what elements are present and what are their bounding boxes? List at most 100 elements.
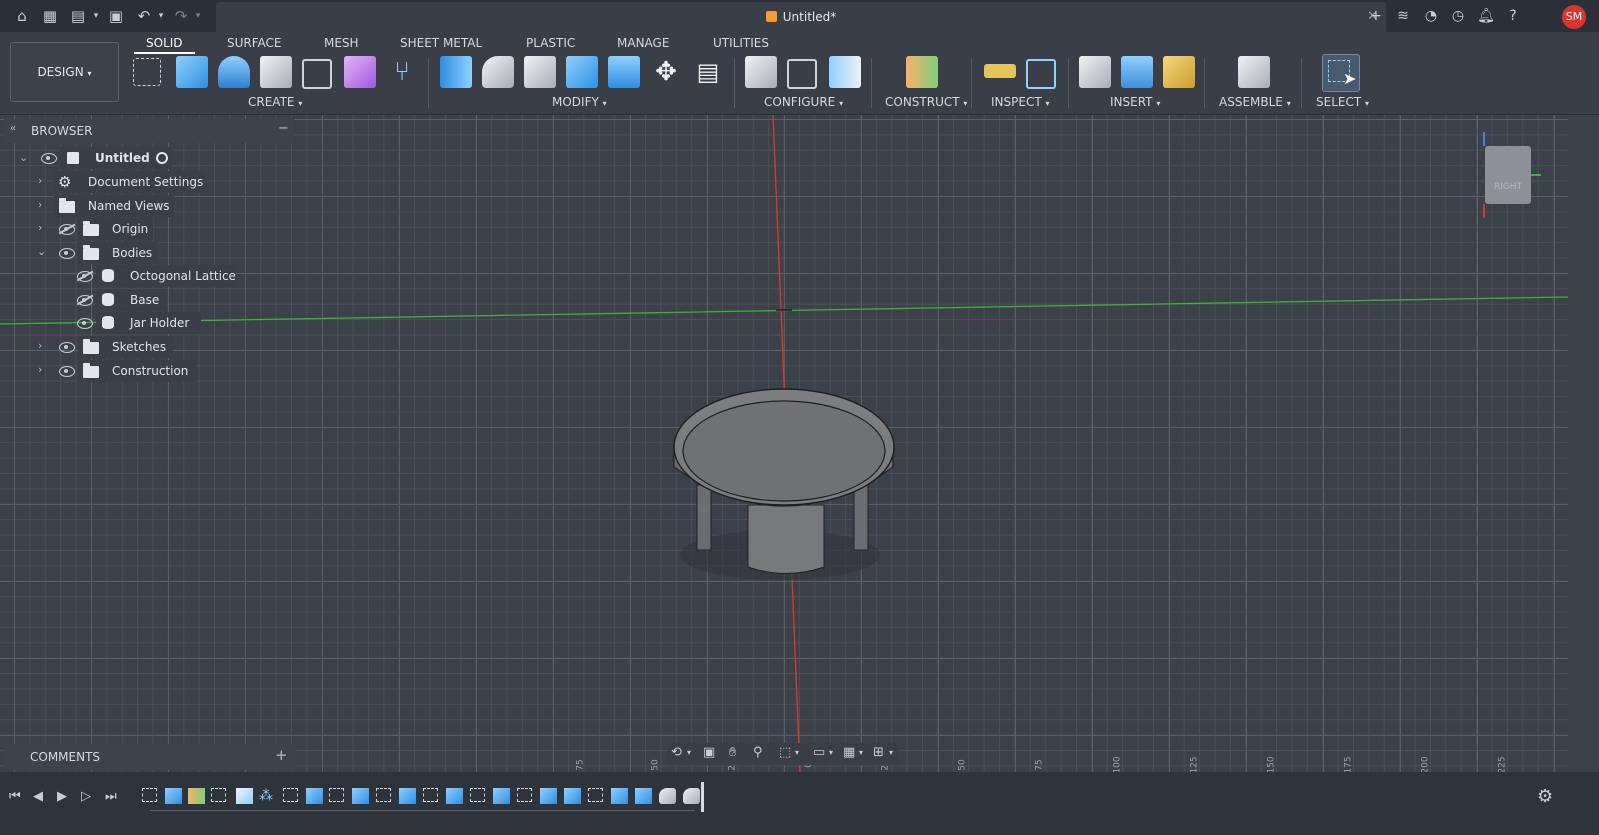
tab-plastic[interactable]: PLASTIC: [526, 36, 575, 50]
timeline-extrude-icon[interactable]: [540, 788, 557, 804]
fit-icon[interactable]: ⬚: [779, 745, 791, 760]
timeline-sketch-icon[interactable]: [283, 788, 298, 802]
tab-solid[interactable]: SOLID: [134, 36, 195, 54]
job-status-icon[interactable]: ◷: [1448, 6, 1468, 26]
gear-icon[interactable]: ⚙: [1537, 786, 1553, 807]
timeline-sketch-icon[interactable]: [517, 788, 532, 802]
create-menu[interactable]: CREATE ▾: [248, 95, 302, 109]
timeline-extrude-icon[interactable]: [611, 788, 628, 804]
chevron-down-icon[interactable]: ▾: [795, 748, 799, 757]
timeline-sketch-icon[interactable]: [211, 788, 226, 802]
inspect-menu[interactable]: INSPECT ▾: [991, 95, 1050, 109]
timeline-fillet-icon[interactable]: [683, 788, 700, 804]
grid-apps-icon[interactable]: ▦: [40, 6, 60, 26]
play-icon[interactable]: ▶︎: [57, 789, 67, 804]
previous-step-icon[interactable]: ◀︎: [33, 789, 43, 804]
assemble-menu[interactable]: ASSEMBLE ▾: [1219, 95, 1291, 109]
configuration-table-icon[interactable]: [787, 59, 817, 89]
timeline-sketch-icon[interactable]: [142, 788, 157, 802]
timeline-extrude-icon[interactable]: [352, 788, 369, 804]
timeline-extrude-icon[interactable]: [446, 788, 463, 804]
browser-item-document-settings[interactable]: ⚙ Document Settings: [54, 171, 204, 193]
eye-hidden-icon[interactable]: [59, 224, 75, 235]
save-icon[interactable]: ▣: [106, 6, 126, 26]
browser-item-jar-holder[interactable]: Jar Holder: [96, 312, 201, 334]
first-step-icon[interactable]: ⏮: [9, 789, 21, 804]
notifications-icon[interactable]: 🔔︎: [1476, 6, 1496, 26]
pattern-icon[interactable]: [302, 59, 332, 89]
section-analysis-icon[interactable]: [1026, 59, 1056, 89]
timeline-extrude-icon[interactable]: [635, 788, 652, 804]
tab-sheet-metal[interactable]: SHEET METAL: [400, 36, 482, 50]
offset-plane-icon[interactable]: [906, 56, 938, 88]
derive-icon[interactable]: ⑂: [386, 56, 418, 88]
shell-icon[interactable]: [524, 56, 556, 88]
tab-surface[interactable]: SURFACE: [227, 36, 282, 50]
combine-icon[interactable]: [566, 56, 598, 88]
modify-menu[interactable]: MODIFY ▾: [552, 95, 607, 109]
construct-menu[interactable]: CONSTRUCT ▾: [885, 95, 967, 109]
configure-model-icon[interactable]: [745, 56, 777, 88]
chevron-down-icon[interactable]: ▾: [86, 6, 106, 26]
add-comment-icon[interactable]: +: [275, 746, 288, 764]
eye-icon[interactable]: [59, 342, 75, 353]
insert-menu[interactable]: INSERT ▾: [1110, 95, 1160, 109]
timeline-feature-icon[interactable]: [236, 788, 253, 804]
measure-icon[interactable]: [984, 64, 1016, 78]
eye-icon[interactable]: [59, 366, 75, 377]
timeline-plane-icon[interactable]: [188, 788, 205, 804]
online-status-icon[interactable]: ◔: [1421, 6, 1441, 26]
workspace-switcher-button[interactable]: DESIGN ▾: [10, 42, 119, 102]
chevron-down-icon[interactable]: ⌄: [19, 151, 28, 164]
chevron-down-icon[interactable]: ▾: [889, 748, 893, 757]
browser-item-base[interactable]: Base: [96, 289, 166, 311]
chevron-down-icon[interactable]: ⌄: [37, 245, 46, 258]
chevron-right-icon[interactable]: ›: [38, 198, 42, 211]
timeline-extrude-icon[interactable]: [165, 788, 182, 804]
extensions-icon[interactable]: ≋: [1393, 6, 1413, 26]
configure-menu[interactable]: CONFIGURE ▾: [764, 95, 843, 109]
timeline-pattern-icon[interactable]: ⁂: [259, 788, 276, 804]
browser-item-origin[interactable]: Origin: [78, 218, 153, 240]
chevron-down-icon[interactable]: ▾: [687, 748, 691, 757]
timeline-sketch-icon[interactable]: [470, 788, 485, 802]
timeline-extrude-icon[interactable]: [399, 788, 416, 804]
timeline-fillet-icon[interactable]: [659, 788, 676, 804]
next-step-icon[interactable]: ▷: [81, 789, 91, 804]
view-cube[interactable]: RIGHT: [1483, 132, 1541, 218]
chevron-right-icon[interactable]: ›: [38, 174, 42, 187]
timeline-marker[interactable]: [701, 782, 704, 812]
split-body-icon[interactable]: [608, 56, 640, 88]
tab-utilities[interactable]: UTILITIES: [713, 36, 769, 50]
eye-icon[interactable]: [41, 153, 57, 164]
chevron-right-icon[interactable]: ›: [38, 363, 42, 376]
canvas-viewport[interactable]: 75 50 25 0 25 50 75 100 125 150 175 200 …: [0, 115, 1568, 772]
configuration-rules-icon[interactable]: [829, 56, 861, 88]
eye-hidden-icon[interactable]: [77, 271, 93, 282]
last-step-icon[interactable]: ⏭: [105, 789, 117, 804]
insert-mesh-icon[interactable]: [1163, 56, 1195, 88]
timeline-sketch-icon[interactable]: [588, 788, 603, 802]
timeline-extrude-icon[interactable]: [564, 788, 581, 804]
new-component-icon[interactable]: [1238, 56, 1270, 88]
chevron-right-icon[interactable]: ›: [38, 221, 42, 234]
timeline-sketch-icon[interactable]: [423, 788, 438, 802]
home-icon[interactable]: ⌂: [12, 6, 32, 26]
revolve-icon[interactable]: [218, 56, 250, 88]
chevron-down-icon[interactable]: ▾: [829, 748, 833, 757]
collapse-panel-icon[interactable]: «: [10, 123, 16, 134]
hole-icon[interactable]: [260, 56, 292, 88]
move-icon[interactable]: ✥: [650, 56, 682, 88]
minimize-icon[interactable]: −: [278, 121, 289, 136]
extrude-icon[interactable]: [176, 56, 208, 88]
timeline-sketch-icon[interactable]: [376, 788, 391, 802]
tab-manage[interactable]: MANAGE: [617, 36, 669, 50]
browser-root-item[interactable]: Untitled: [60, 147, 172, 169]
browser-item-sketches[interactable]: Sketches: [78, 336, 173, 358]
insert-canvas-icon[interactable]: [1121, 56, 1153, 88]
create-sketch-icon[interactable]: [133, 58, 161, 86]
chevron-down-icon[interactable]: ▾: [859, 748, 863, 757]
timeline-extrude-icon[interactable]: [306, 788, 323, 804]
add-tab-icon[interactable]: +: [1366, 6, 1386, 26]
viewports-icon[interactable]: ⊞: [873, 745, 884, 760]
